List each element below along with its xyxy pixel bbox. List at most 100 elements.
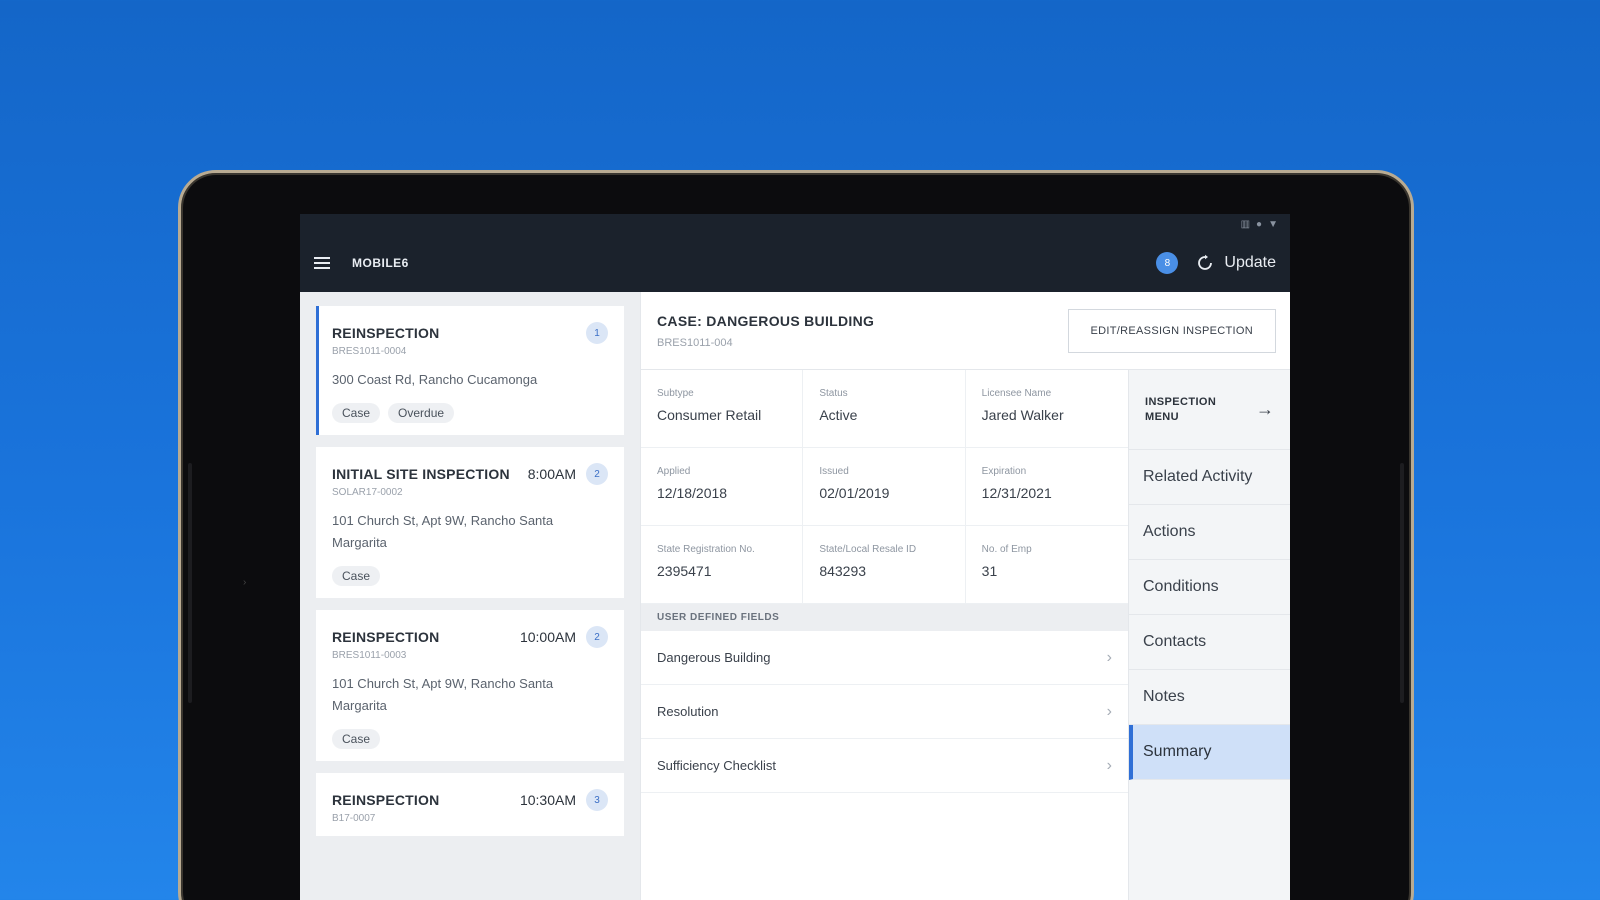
case-field: Subtype Consumer Retail [641, 370, 804, 448]
inspection-card[interactable]: INITIAL SITE INSPECTION 8:00AM 2 SOLAR17-00… [316, 447, 624, 598]
case-header: CASE: DANGEROUS BUILDING BRES1011-004 ED… [641, 292, 1290, 370]
case-title: CASE: DANGEROUS BUILDING [657, 312, 875, 329]
field-label: Licensee Name [981, 388, 1052, 399]
field-label: Issued [819, 466, 849, 477]
inspection-title: REINSPECTION [332, 325, 440, 341]
tag-chip: Case [332, 566, 381, 586]
inspection-address: 101 Church St, Apt 9W, Rancho Santa Marg… [332, 513, 554, 550]
menu-icon[interactable] [314, 257, 330, 269]
user-defined-fields-header: USER DEFINED FIELDS [641, 604, 1128, 631]
inspection-time: 8:00AM [527, 466, 576, 482]
inspection-id: SOLAR17-0002 [332, 487, 403, 498]
inspection-card[interactable]: REINSPECTION 10:30AM 3 B17-0007 [316, 773, 624, 836]
field-value: Jared Walker [981, 407, 1064, 423]
inspection-card[interactable]: REINSPECTION 10:00AM 2 BRES1011-0003 101 Chu… [316, 610, 624, 761]
field-label: State Registration No. [657, 544, 755, 555]
menu-item-summary[interactable]: Summary [1129, 725, 1290, 780]
inspection-id: BRES1011-0004 [332, 346, 407, 357]
field-value: 843293 [819, 563, 867, 579]
arrow-right-icon[interactable]: → [1256, 399, 1274, 420]
field-label: Status [819, 388, 848, 399]
field-value: 12/31/2021 [981, 485, 1052, 501]
menu-item-related-activity[interactable]: Related Activity [1129, 450, 1290, 505]
inspection-id: B17-0007 [332, 813, 376, 824]
inspection-card[interactable]: REINSPECTION 1 BRES1011-0004 300 Coast Rd, … [316, 306, 624, 435]
app-screen: ▥ ● ▼ MOBILE6 8 Update REINSPECTION 1 BRES… [300, 214, 1290, 900]
field-value: Consumer Retail [657, 407, 762, 423]
row-label: Resolution [657, 704, 719, 719]
field-label: State/Local Resale ID [819, 544, 917, 555]
inspection-number-badge: 2 [586, 463, 608, 485]
inspection-address: 300 Coast Rd, Rancho Cucamonga [332, 372, 538, 387]
inspection-tags: Case Overdue [332, 403, 608, 423]
camera-icon: › [243, 577, 247, 588]
field-label: Subtype [657, 388, 694, 399]
inspection-number-badge: 2 [586, 626, 608, 648]
refresh-icon[interactable] [1196, 254, 1214, 272]
menu-item-contacts[interactable]: Contacts [1129, 615, 1290, 670]
case-detail: CASE: DANGEROUS BUILDING BRES1011-004 ED… [640, 292, 1290, 900]
menu-item-actions[interactable]: Actions [1129, 505, 1290, 560]
inspection-title: REINSPECTION [332, 792, 440, 808]
notification-badge[interactable]: 8 [1156, 252, 1179, 274]
user-defined-field-row[interactable]: Resolution › [641, 685, 1128, 739]
app-title: MOBILE6 [352, 256, 409, 270]
inspection-title: INITIAL SITE INSPECTION [332, 466, 510, 482]
user-defined-fields-list: Dangerous Building › Resolution › Sufficienc… [641, 631, 1128, 793]
row-label: Sufficiency Checklist [657, 758, 776, 773]
field-label: Expiration [981, 466, 1027, 477]
case-field: Applied 12/18/2018 [641, 448, 804, 526]
tablet-side-button [1400, 463, 1404, 703]
field-value: 02/01/2019 [819, 485, 890, 501]
update-button[interactable]: Update [1224, 254, 1276, 272]
case-field: Status Active [803, 370, 966, 448]
inspection-card-header: REINSPECTION 1 [332, 322, 608, 344]
field-label: No. of Emp [981, 544, 1032, 555]
inspection-tags: Case [332, 566, 608, 586]
inspection-time: 10:30AM [519, 792, 576, 808]
inspection-title: REINSPECTION [332, 629, 440, 645]
inspection-address: 101 Church St, Apt 9W, Rancho Santa Marg… [332, 676, 554, 713]
tag-chip: Overdue [388, 403, 455, 423]
signal-icon: ▥ [1240, 218, 1251, 230]
inspection-card-header: REINSPECTION 10:00AM 2 [332, 626, 608, 648]
field-label: Applied [657, 466, 691, 477]
status-bar: ▥ ● ▼ [300, 214, 1290, 234]
field-value: 31 [981, 563, 998, 579]
tag-chip: Case [332, 729, 381, 749]
inspection-menu: INSPECTION MENU → Related Activity Action… [1128, 370, 1290, 900]
inspection-time: 10:00AM [519, 629, 576, 645]
inspection-menu-header: INSPECTION MENU → [1129, 370, 1290, 450]
app-bar: MOBILE6 8 Update [300, 234, 1290, 292]
case-id: BRES1011-004 [657, 336, 733, 349]
case-field: State Registration No. 2395471 [641, 526, 804, 604]
inspection-card-header: REINSPECTION 10:30AM 3 [332, 789, 608, 811]
chevron-right-icon: › [1106, 702, 1112, 720]
case-fields: Subtype Consumer Retail Status Active Licens… [641, 370, 1128, 604]
chevron-right-icon: › [1106, 756, 1112, 774]
case-field: Expiration 12/31/2021 [965, 448, 1128, 526]
user-defined-field-row[interactable]: Sufficiency Checklist › [641, 739, 1128, 793]
inspection-number-badge: 3 [586, 789, 608, 811]
case-field: No. of Emp 31 [965, 526, 1128, 604]
inspection-id: BRES1011-0003 [332, 650, 407, 661]
menu-item-notes[interactable]: Notes [1129, 670, 1290, 725]
edit-reassign-button[interactable]: EDIT/REASSIGN INSPECTION [1067, 308, 1276, 353]
inspection-list: REINSPECTION 1 BRES1011-0004 300 Coast Rd, … [300, 292, 640, 900]
tag-chip: Case [332, 403, 381, 423]
case-field: Licensee Name Jared Walker [965, 370, 1128, 448]
tablet-side-button [188, 463, 192, 703]
inspection-card-header: INITIAL SITE INSPECTION 8:00AM 2 [332, 463, 608, 485]
field-value: 2395471 [657, 563, 712, 579]
chevron-right-icon: › [1106, 648, 1112, 666]
inspection-number-badge: 1 [586, 322, 608, 344]
battery-icon: ▼ [1268, 218, 1278, 230]
case-field: State/Local Resale ID 843293 [803, 526, 966, 604]
field-value: 12/18/2018 [657, 485, 728, 501]
field-value: Active [819, 407, 858, 423]
wifi-icon: ● [1256, 218, 1263, 230]
menu-item-conditions[interactable]: Conditions [1129, 560, 1290, 615]
inspection-menu-title: INSPECTION MENU [1145, 395, 1217, 423]
user-defined-field-row[interactable]: Dangerous Building › [641, 631, 1128, 685]
case-field: Issued 02/01/2019 [803, 448, 966, 526]
